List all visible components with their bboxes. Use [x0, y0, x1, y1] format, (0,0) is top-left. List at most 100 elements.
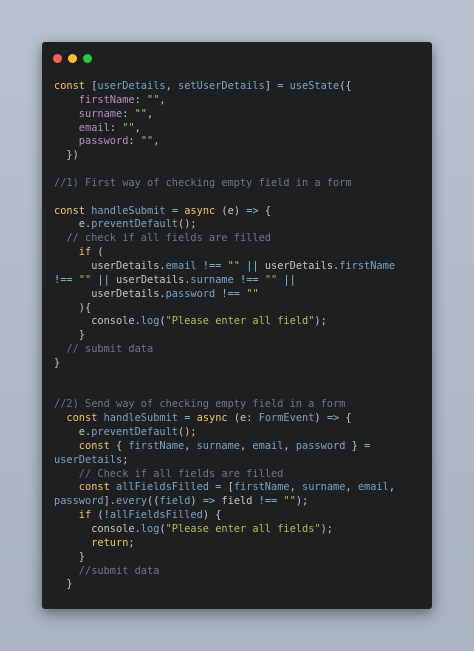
window-titlebar — [42, 42, 432, 74]
code-block: const [userDetails, setUserDetails] = us… — [54, 80, 424, 592]
code-token: "" — [140, 135, 154, 148]
code-token: ); — [320, 523, 333, 535]
code-token: , — [388, 481, 396, 494]
code-token: "" — [147, 93, 160, 106]
code-token: ) { — [202, 509, 222, 522]
code-token: , — [134, 121, 141, 134]
code-token: return — [54, 536, 129, 549]
close-dot-icon — [53, 54, 62, 63]
code-token: : — [122, 107, 135, 120]
code-token: ); — [314, 315, 327, 328]
code-token: "" — [78, 273, 92, 286]
code-token: preventDefault — [91, 426, 178, 439]
code-token: , — [289, 481, 303, 494]
code-token: ; — [128, 536, 135, 549]
code-token: : — [128, 135, 141, 148]
code-token: , — [165, 80, 179, 92]
code-token: FormEvent — [258, 412, 315, 425]
code-token: password — [295, 439, 346, 452]
code-token: !== — [258, 495, 278, 508]
code-token: { — [109, 439, 129, 452]
code-token: "Please enter all fields" — [165, 523, 321, 535]
code-token: allFieldsFilled — [116, 481, 209, 494]
code-token: //1) First way of checking empty field i… — [54, 176, 352, 189]
code-token: || — [97, 273, 110, 286]
code-token: ; — [122, 453, 129, 466]
code-line: }) — [54, 149, 424, 163]
code-token: password — [54, 495, 104, 508]
code-token: "" — [134, 107, 148, 120]
code-token: firstName — [128, 439, 185, 452]
code-token: email — [357, 481, 389, 494]
code-line: ){ — [54, 302, 424, 316]
code-token: preventDefault — [91, 218, 178, 231]
code-token: surname — [54, 107, 123, 120]
code-token: // Check if all fields are filled — [54, 467, 284, 480]
code-token: const — [54, 439, 110, 452]
code-token: async — [196, 412, 228, 425]
code-token: { — [258, 204, 272, 217]
code-token: : — [134, 93, 147, 106]
code-token: firstName — [54, 93, 135, 106]
code-token: = — [364, 439, 371, 452]
code-token: } — [54, 329, 85, 342]
code-token: : — [109, 121, 123, 134]
code-token: => — [326, 412, 340, 425]
code-token: (); — [178, 426, 197, 439]
code-line: if ( — [54, 246, 424, 260]
code-token: , — [345, 481, 358, 494]
code-token: !== — [240, 273, 259, 286]
code-line: userDetails; — [54, 454, 424, 468]
code-token: !== — [202, 259, 222, 272]
code-line: // submit data — [54, 343, 424, 357]
code-token: userDetails — [54, 453, 123, 466]
code-token: ({ — [339, 80, 352, 92]
code-token: (e: — [227, 412, 259, 425]
code-line: const handleSubmit = async (e) => { — [54, 205, 424, 219]
code-token: // check if all fields are filled — [54, 232, 271, 245]
code-token: const — [54, 80, 92, 92]
code-token: field — [159, 495, 191, 508]
code-token: "" — [283, 495, 296, 508]
code-token: email — [54, 121, 110, 134]
code-token: console. — [54, 315, 141, 328]
code-token: "" — [264, 273, 278, 286]
code-line: } — [54, 578, 424, 592]
code-line: if (!allFieldsFilled) { — [54, 509, 424, 523]
code-token: if — [54, 509, 92, 522]
code-token: if — [54, 246, 92, 259]
code-line: // Check if all fields are filled — [54, 468, 424, 482]
code-token: async — [184, 204, 216, 217]
code-token: userDetails. — [54, 259, 166, 272]
code-token: , — [159, 93, 166, 106]
code-line: //1) First way of checking empty field i… — [54, 177, 424, 191]
code-token: } — [54, 578, 73, 591]
code-line: password].every((field) => field !== "")… — [54, 495, 424, 509]
code-line: const { firstName, surname, email, passw… — [54, 440, 424, 454]
code-token: surname — [190, 273, 234, 286]
code-token: //2) Send way of checking empty field in… — [54, 398, 346, 411]
code-line: surname: "", — [54, 108, 424, 122]
code-token: firstName — [233, 481, 290, 494]
code-token: email — [252, 439, 284, 452]
code-token: field — [215, 495, 259, 508]
code-token: ] — [264, 80, 278, 92]
code-line: // check if all fields are filled — [54, 232, 424, 246]
code-token: password — [165, 287, 216, 300]
code-line: console.log("Please enter all field"); — [54, 315, 424, 329]
code-token: userDetails. — [54, 287, 166, 300]
code-token: log — [140, 315, 160, 328]
code-token: !== — [221, 287, 241, 300]
code-line: !== "" || userDetails.surname !== "" || — [54, 274, 424, 288]
maximize-dot-icon — [83, 54, 92, 63]
code-token: surname — [302, 481, 346, 494]
code-line: userDetails.password !== "" — [54, 288, 424, 302]
code-token: , — [283, 439, 296, 452]
code-token: ) — [314, 412, 327, 425]
code-token: useState — [289, 80, 340, 92]
code-token: , — [153, 135, 160, 148]
code-token: "" — [246, 287, 259, 300]
code-line: e.preventDefault(); — [54, 218, 424, 232]
code-line: } — [54, 329, 424, 343]
